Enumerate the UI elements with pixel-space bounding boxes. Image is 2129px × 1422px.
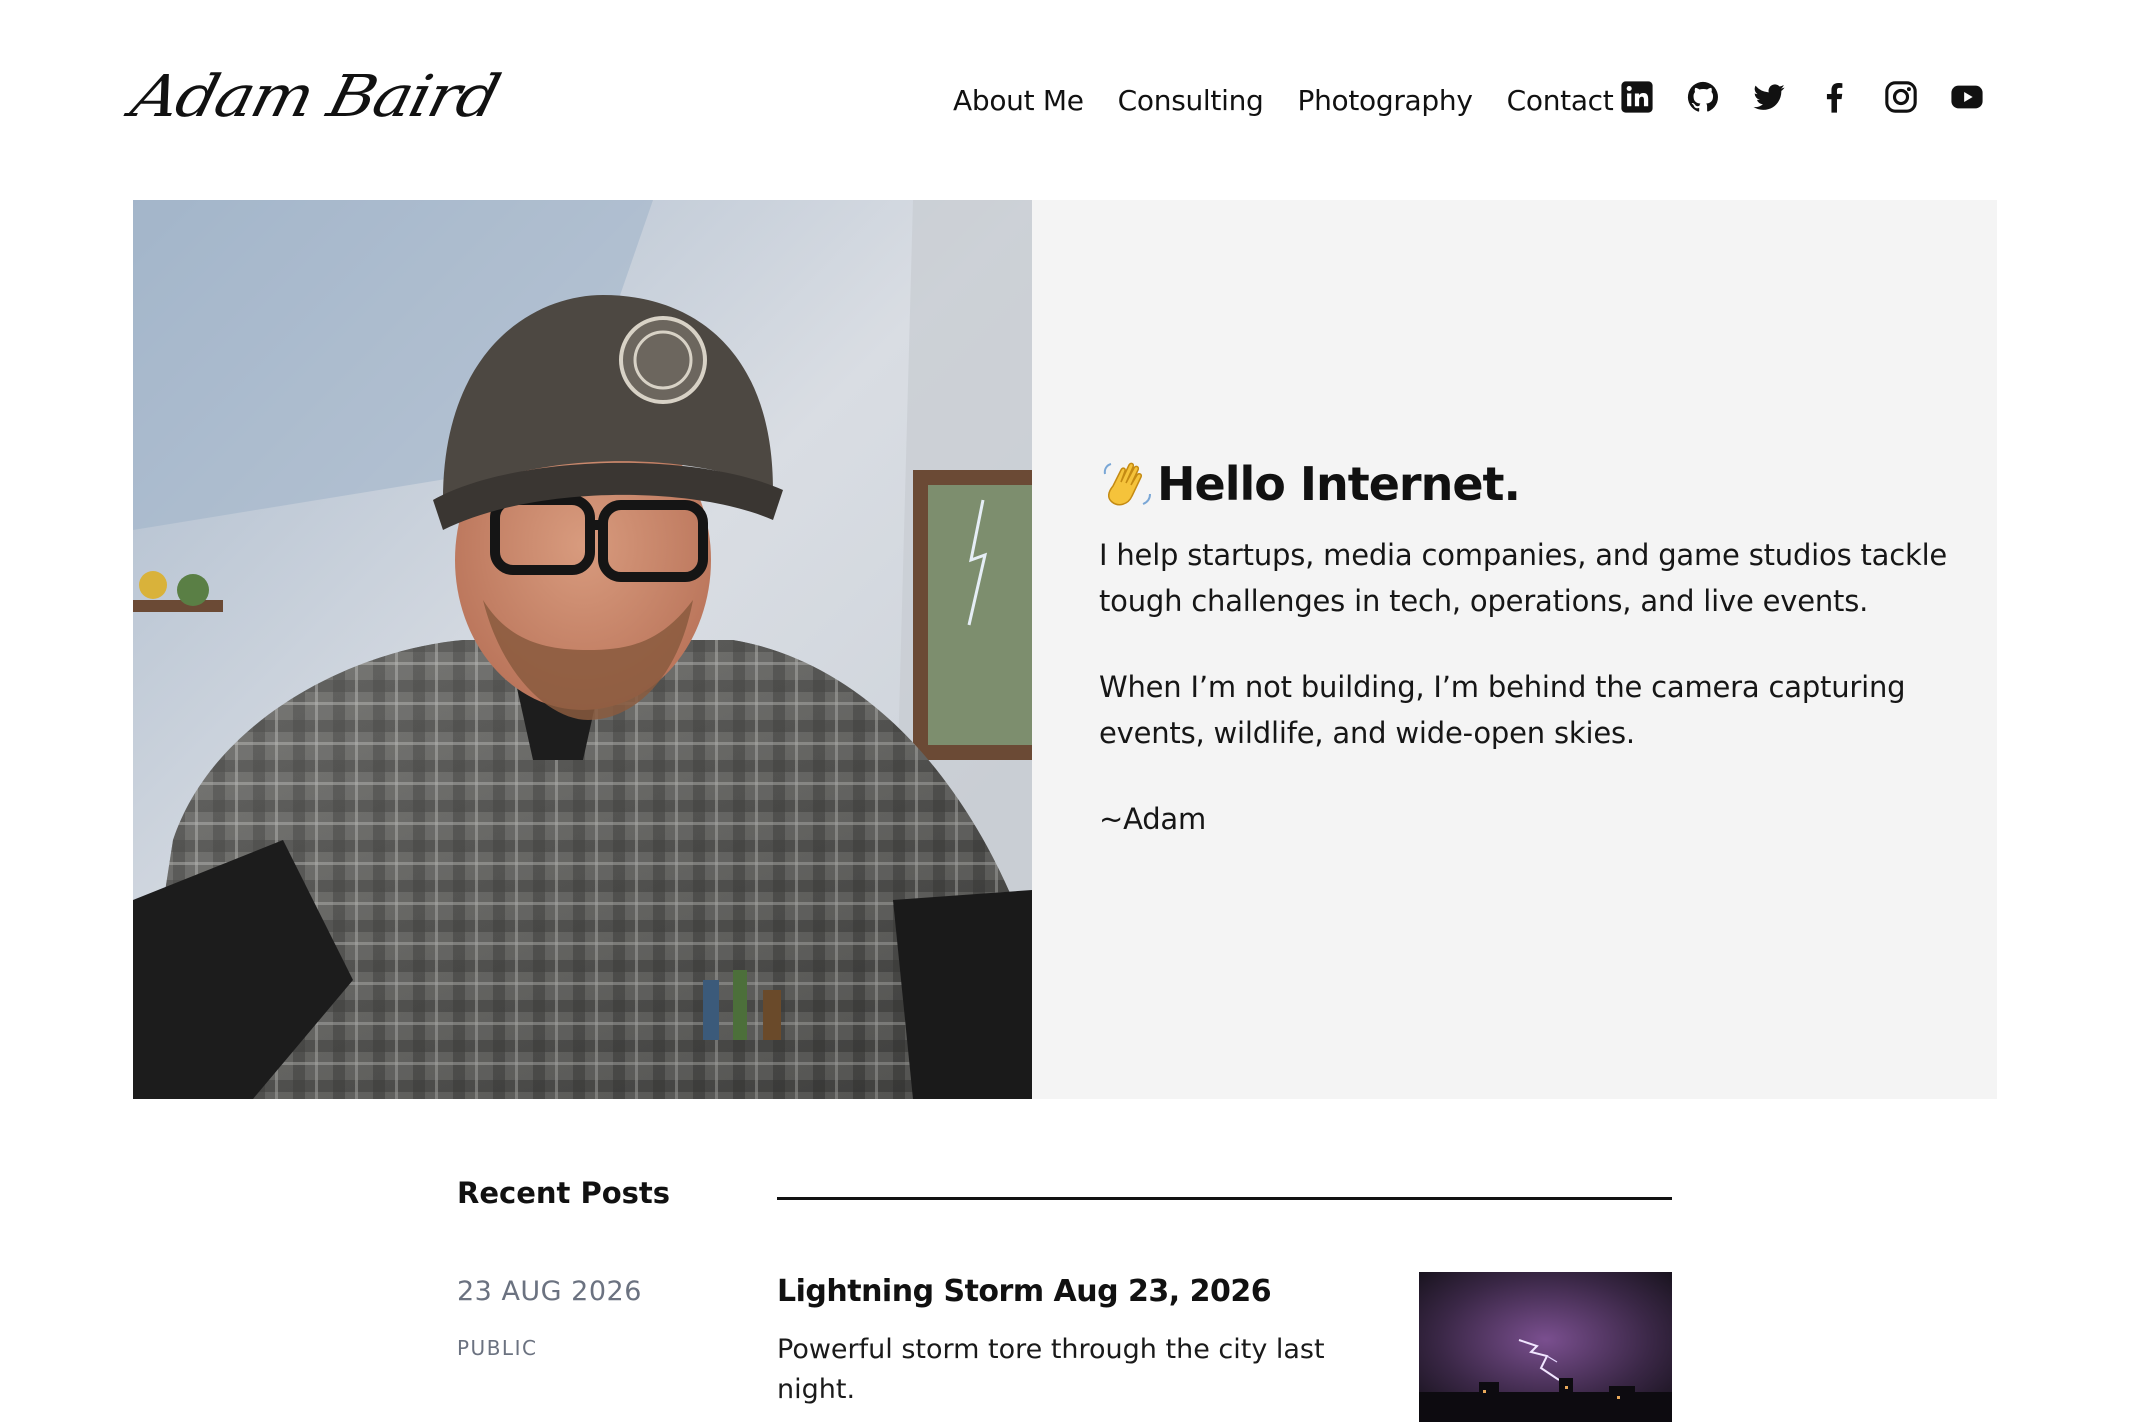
- post-item[interactable]: 23 AUG 2026 PUBLIC Lightning Storm Aug 2…: [457, 1270, 1672, 1422]
- post-date: 23 AUG 2026: [457, 1276, 642, 1307]
- github-icon[interactable]: [1686, 80, 1720, 114]
- profile-photo: [133, 200, 1032, 1099]
- nav-contact[interactable]: Contact: [1507, 84, 1614, 117]
- nav-consulting[interactable]: Consulting: [1118, 84, 1264, 117]
- recent-posts-heading: Recent Posts: [457, 1176, 671, 1210]
- site-header: Adam Baird About Me Consulting Photograp…: [0, 0, 2129, 200]
- hero-paragraph-1: I help startups, media companies, and ga…: [1099, 538, 1948, 618]
- youtube-icon[interactable]: [1950, 80, 1984, 114]
- social-links: [1620, 80, 2016, 114]
- post-excerpt: Powerful storm tore through the city las…: [777, 1334, 1325, 1405]
- hero-paragraph-2: When I’m not building, I’m behind the ca…: [1099, 670, 1906, 750]
- main-nav: About Me Consulting Photography Contact: [953, 78, 1647, 122]
- post-thumbnail[interactable]: [1419, 1272, 1672, 1422]
- recent-posts-divider: [777, 1197, 1672, 1200]
- nav-photography[interactable]: Photography: [1298, 84, 1473, 117]
- facebook-icon[interactable]: [1818, 80, 1852, 114]
- post-title-link[interactable]: Lightning Storm Aug 23, 2026: [777, 1274, 1272, 1309]
- twitter-icon[interactable]: [1752, 80, 1786, 114]
- site-logo[interactable]: Adam Baird: [123, 57, 507, 138]
- hero-signature: ~Adam: [1099, 802, 1207, 836]
- hero-section: Hello Internet. I help startups, media c…: [133, 200, 1997, 1099]
- hero-title-text: Hello Internet.: [1157, 457, 1521, 511]
- linkedin-icon[interactable]: [1620, 80, 1654, 114]
- nav-about-me[interactable]: About Me: [953, 84, 1084, 117]
- hero-title: Hello Internet.: [1099, 456, 1959, 512]
- instagram-icon[interactable]: [1884, 80, 1918, 114]
- hero-intro: Hello Internet. I help startups, media c…: [1099, 456, 1959, 882]
- post-visibility-tag: PUBLIC: [457, 1336, 538, 1360]
- waving-hand-icon: [1099, 456, 1155, 512]
